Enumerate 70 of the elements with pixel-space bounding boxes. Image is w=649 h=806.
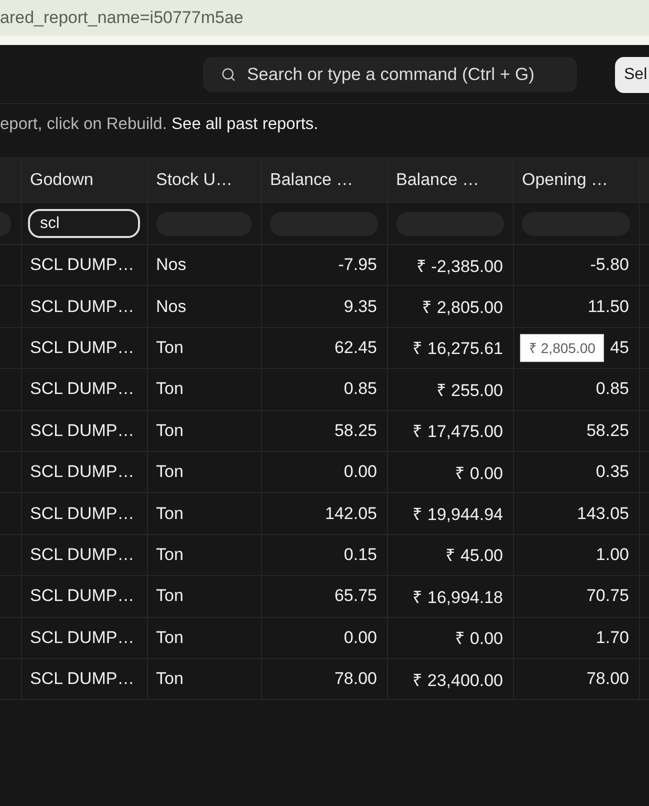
table-cell: Ton [156,586,184,606]
column-filter-field[interactable]: scl [28,209,140,238]
table-cell-text: ₹ 23,400.00 [412,670,503,691]
past-reports-link[interactable]: See all past reports. [172,115,318,133]
table-cell: 45 [610,338,629,358]
table-cell-text: ₹ -2,385.00 [416,256,503,277]
table-cell: 9.35 [344,296,377,317]
table-cell: SCL DUMP… [30,586,134,606]
address-bar[interactable]: ared_report_name=i50777m5ae [0,0,649,45]
table-cell: SCL DUMP… [30,379,134,400]
table-cell: Ton [156,379,184,400]
table-cell: 62.45 [334,338,377,358]
column-header[interactable]: Balance … [270,170,354,190]
table-cell: 0.00 [344,628,377,648]
table-cell: 78.00 [334,669,377,690]
value-tooltip: ₹ 2,805.00 [520,334,604,362]
table-cell-text: ₹ 0.00 [455,462,503,484]
search-field[interactable]: Search or type a command (Ctrl + G) [203,57,577,92]
table-cell: SCL DUMP… [30,544,134,565]
table-cell: 142.05 [325,504,377,524]
table-cell: SCL DUMP… [30,255,134,276]
column-header[interactable]: Stock U… [156,170,233,190]
table-cell: Nos [156,255,186,276]
table-cell: Ton [156,544,184,565]
table-cell-text: ₹ 16,275.61 [412,338,503,360]
table-cell: 0.15 [344,544,377,565]
table-cell: -7.95 [338,255,377,276]
select-button[interactable]: Sel [615,57,649,93]
table-cell-text: ₹ 16,994.18 [412,586,503,608]
table-cell: Ton [156,628,184,648]
table-cell: 65.75 [334,586,377,606]
table-cell: Ton [156,669,184,690]
table-cell: SCL DUMP… [30,338,134,358]
table-cell: 58.25 [334,420,377,441]
table-cell: 1.00 [596,544,629,565]
column-header[interactable]: Opening … [522,170,608,190]
table-cell-text: ₹ 19,944.94 [412,504,503,526]
table-cell: 78.00 [586,669,629,690]
table-cell: 70.75 [586,586,629,606]
search-placeholder: Search or type a command (Ctrl + G) [247,64,534,85]
rebuild-notice: eport, click on Rebuild. See all past reports. [0,115,318,134]
table-cell: 0.00 [344,462,377,482]
column-header[interactable]: Balance … [396,170,480,190]
table-cell: Ton [156,504,184,524]
table-cell: 0.35 [596,462,629,482]
table-cell: Ton [156,462,184,482]
table-cell: Ton [156,420,184,441]
table-cell: SCL DUMP… [30,420,134,441]
table-cell-text: ₹ 255.00 [436,380,503,401]
table-cell: -5.80 [590,255,629,276]
table-cell: 11.50 [588,296,629,317]
table-cell: 1.70 [596,628,629,648]
table-cell: Nos [156,296,186,317]
table-cell-text: ₹ 2,805.00 [422,297,503,318]
table-cell: 143.05 [577,504,629,524]
table-cell: SCL DUMP… [30,504,134,524]
table-cell: SCL DUMP… [30,462,134,482]
table-cell: SCL DUMP… [30,628,134,648]
url-text: ared_report_name=i50777m5ae [0,8,244,28]
table-cell: Ton [156,338,184,358]
column-header[interactable]: Godown [30,170,94,190]
search-icon [221,67,236,82]
table-cell-text: ₹ 45.00 [446,545,503,566]
table-cell: SCL DUMP… [30,669,134,690]
table-cell: 0.85 [596,379,629,400]
table-cell: 0.85 [344,379,377,400]
table-cell-text: ₹ 0.00 [455,628,503,650]
table-cell-text: ₹ 17,475.00 [412,421,503,442]
table-cell: SCL DUMP… [30,296,134,317]
table-cell: 58.25 [586,420,629,441]
